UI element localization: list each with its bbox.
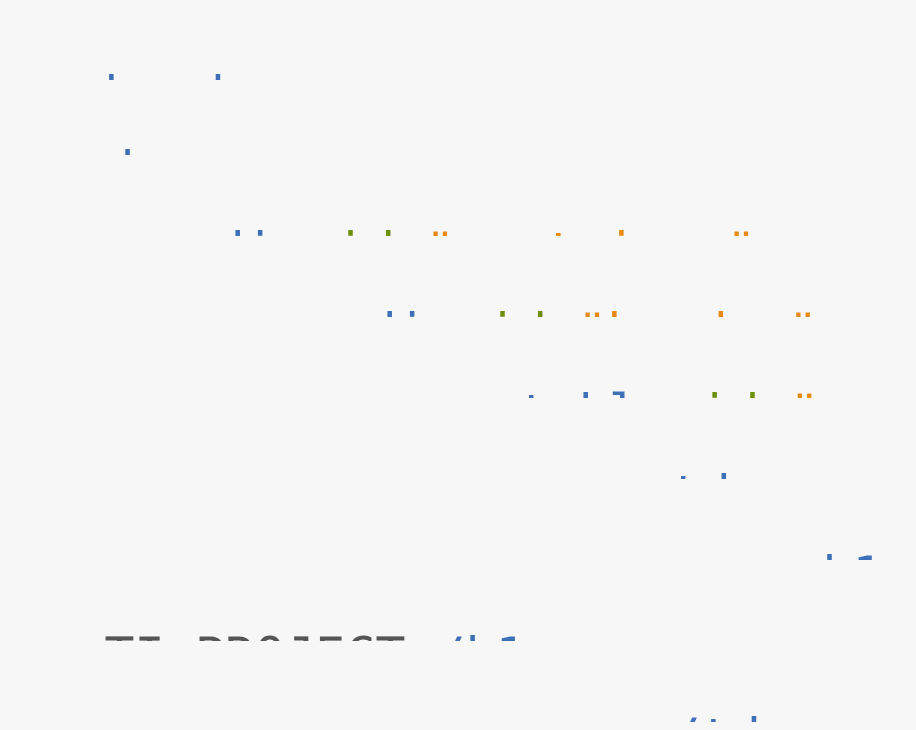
equals-token: = bbox=[547, 303, 577, 317]
code-line: </td> bbox=[520, 662, 916, 722]
attribute-token: id bbox=[487, 303, 547, 317]
code-line: <div id="container"> bbox=[64, 176, 916, 236]
tag-token: head> bbox=[104, 66, 255, 80]
code-line: <td> bbox=[520, 419, 916, 479]
text-token: TI PROJECT bbox=[104, 627, 405, 641]
tag-token: <td> bbox=[640, 465, 760, 479]
code-line: <h1 id= bbox=[672, 500, 916, 560]
code-view: head> dy> <div id="container"> <div id="… bbox=[0, 0, 916, 730]
code-line: <div id="header"> bbox=[216, 257, 916, 317]
tag-token: dy> bbox=[104, 141, 194, 155]
code-line: <table id="menu bbox=[368, 338, 916, 398]
code-line: TI PROJECT</h1> bbox=[0, 581, 900, 641]
tag-token: > bbox=[756, 222, 786, 236]
code-line: dy> bbox=[0, 95, 900, 155]
tag-token: </td> bbox=[640, 708, 791, 722]
equals-token: = bbox=[759, 384, 789, 398]
tag-token: </h1> bbox=[405, 627, 556, 641]
attribute-token: id bbox=[335, 222, 395, 236]
tag-token: <div bbox=[336, 303, 487, 317]
code-line: head> bbox=[0, 20, 900, 80]
string-token: "header" bbox=[577, 303, 818, 317]
tag-token: > bbox=[818, 303, 848, 317]
attribute-token: id bbox=[699, 384, 759, 398]
equals-token: = bbox=[395, 222, 425, 236]
string-token: "menu bbox=[789, 384, 916, 398]
tag-token: <h1 bbox=[792, 546, 912, 560]
string-token: "container" bbox=[425, 222, 756, 236]
tag-token: <table bbox=[488, 384, 699, 398]
tag-token: <div bbox=[184, 222, 335, 236]
